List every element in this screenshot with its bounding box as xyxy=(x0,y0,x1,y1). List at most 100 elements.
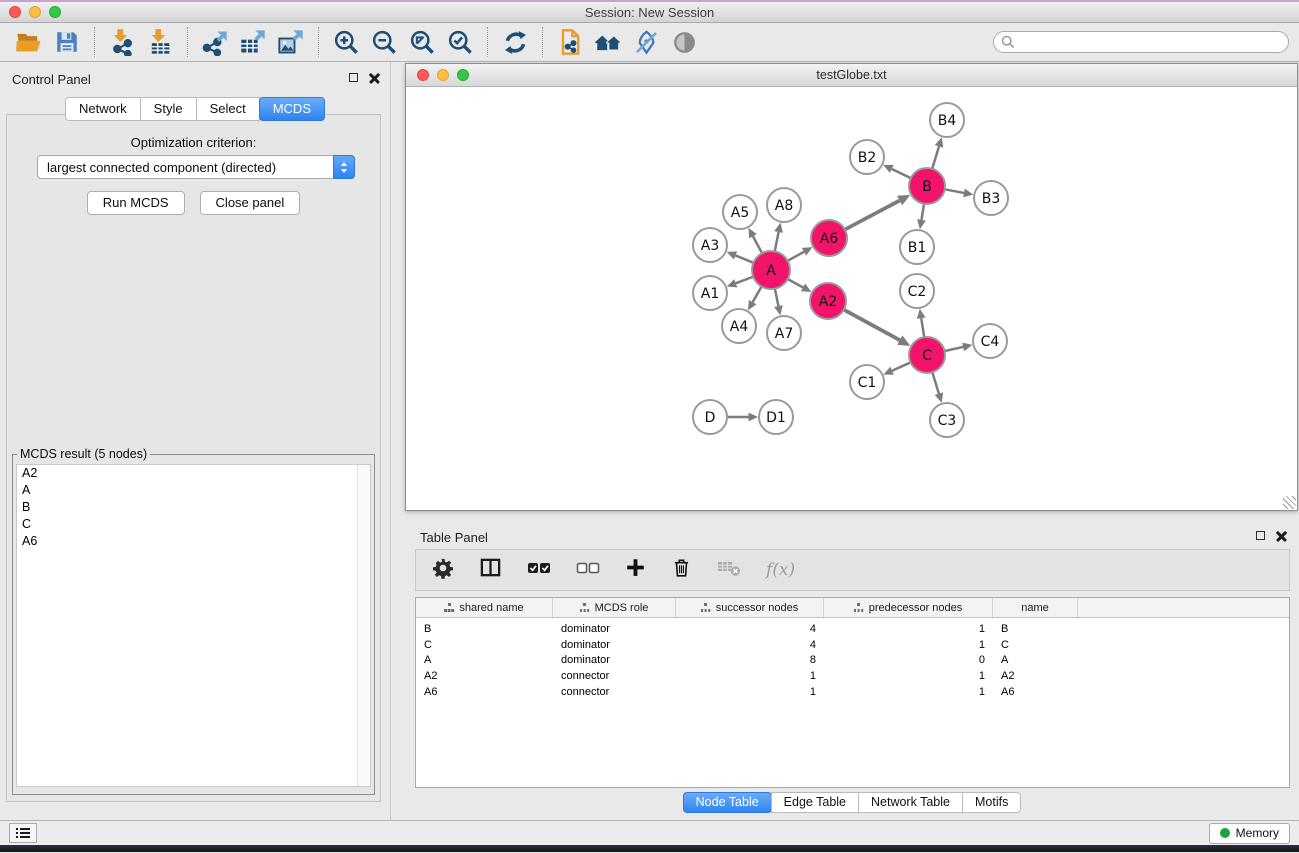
zoom-in-icon[interactable] xyxy=(327,25,365,59)
float-table-panel-icon[interactable] xyxy=(1256,531,1265,540)
network-node-B4[interactable]: B4 xyxy=(930,103,964,137)
network-edge[interactable] xyxy=(786,278,811,292)
table-row[interactable]: Bdominator41B xyxy=(416,621,1289,637)
network-edge[interactable] xyxy=(727,276,755,287)
table-row[interactable]: Cdominator41C xyxy=(416,637,1289,653)
export-image-icon[interactable] xyxy=(272,25,310,59)
eye-icon[interactable] xyxy=(665,25,703,59)
network-node-C2[interactable]: C2 xyxy=(900,274,934,308)
network-node-A2[interactable]: A2 xyxy=(810,283,846,319)
network-node-B1[interactable]: B1 xyxy=(900,230,934,264)
settings-gear-icon[interactable] xyxy=(432,557,454,584)
network-node-A4[interactable]: A4 xyxy=(722,309,756,343)
network-edge[interactable] xyxy=(843,195,910,231)
network-window-titlebar[interactable]: testGlobe.txt xyxy=(406,64,1297,87)
network-canvas[interactable]: B4 B2 B B3 A8 A5 A6 B1 A3 A C2 A1 A2 A4 A7 C4 C C1 D D1 C3 xyxy=(406,88,1297,510)
resize-grip-icon[interactable] xyxy=(1283,496,1296,509)
network-edge[interactable] xyxy=(883,165,912,179)
mcds-result-item[interactable]: A6 xyxy=(17,533,370,550)
network-node-A[interactable]: A xyxy=(752,251,790,289)
network-node-A1[interactable]: A1 xyxy=(693,276,727,310)
network-edge[interactable] xyxy=(774,223,783,254)
optimization-criterion-select[interactable]: largest connected component (directed) xyxy=(37,155,355,179)
column-layout-icon[interactable] xyxy=(479,556,502,584)
tab-edge-table[interactable]: Edge Table xyxy=(771,792,859,813)
memory-button[interactable]: Memory xyxy=(1209,823,1290,844)
network-edge[interactable] xyxy=(842,309,910,346)
export-network-icon[interactable] xyxy=(196,25,234,59)
network-edge[interactable] xyxy=(932,370,943,403)
tab-mcds[interactable]: MCDS xyxy=(259,97,325,121)
tab-network[interactable]: Network xyxy=(65,97,141,121)
network-node-B2[interactable]: B2 xyxy=(850,140,884,174)
open-session-icon[interactable] xyxy=(10,25,48,59)
refresh-layout-icon[interactable] xyxy=(496,25,534,59)
network-edge[interactable] xyxy=(786,247,812,262)
column-header[interactable]: name xyxy=(993,598,1078,617)
network-edge[interactable] xyxy=(748,285,763,311)
mcds-result-item[interactable]: C xyxy=(17,516,370,533)
tab-network-table[interactable]: Network Table xyxy=(858,792,963,813)
pen-icon[interactable] xyxy=(627,25,665,59)
tab-node-table[interactable]: Node Table xyxy=(683,792,772,813)
table-row[interactable]: Adominator80A xyxy=(416,653,1289,669)
network-edge[interactable] xyxy=(917,202,926,229)
network-file-icon[interactable] xyxy=(551,25,589,59)
network-node-D1[interactable]: D1 xyxy=(759,400,793,434)
tab-select[interactable]: Select xyxy=(196,97,260,121)
run-mcds-button[interactable]: Run MCDS xyxy=(87,191,185,215)
tab-motifs[interactable]: Motifs xyxy=(962,792,1021,813)
close-network-window-button[interactable] xyxy=(417,69,429,81)
network-edge[interactable] xyxy=(774,287,783,316)
network-node-A8[interactable]: A8 xyxy=(767,188,801,222)
network-edge[interactable] xyxy=(943,343,973,352)
minimize-network-window-button[interactable] xyxy=(437,69,449,81)
minimize-window-button[interactable] xyxy=(29,6,41,18)
network-edge[interactable] xyxy=(932,137,944,170)
network-node-C3[interactable]: C3 xyxy=(930,403,964,437)
network-edge[interactable] xyxy=(943,189,974,198)
zoom-out-icon[interactable] xyxy=(365,25,403,59)
export-table-icon[interactable] xyxy=(234,25,272,59)
network-node-A5[interactable]: A5 xyxy=(723,195,757,229)
zoom-window-button[interactable] xyxy=(49,6,61,18)
close-window-button[interactable] xyxy=(9,6,21,18)
column-header[interactable]: predecessor nodes xyxy=(824,598,993,617)
search-input[interactable] xyxy=(993,31,1289,53)
column-header[interactable]: MCDS role xyxy=(553,598,676,617)
network-edge[interactable] xyxy=(725,413,758,422)
mcds-result-item[interactable]: A xyxy=(17,482,370,499)
network-node-C[interactable]: C xyxy=(909,337,945,373)
network-edge[interactable] xyxy=(883,362,912,375)
network-node-D[interactable]: D xyxy=(693,400,727,434)
mcds-result-list[interactable]: A2ABCA6 xyxy=(16,464,371,787)
select-all-icon[interactable] xyxy=(527,559,551,582)
column-header[interactable]: successor nodes xyxy=(676,598,824,617)
float-panel-icon[interactable] xyxy=(349,73,358,82)
tab-style[interactable]: Style xyxy=(140,97,197,121)
network-node-B[interactable]: B xyxy=(909,168,945,204)
delete-columns-icon[interactable] xyxy=(671,557,692,583)
column-header[interactable]: shared name xyxy=(416,598,553,617)
close-panel-button[interactable]: Close panel xyxy=(200,191,301,215)
zoom-fit-icon[interactable] xyxy=(403,25,441,59)
network-node-A6[interactable]: A6 xyxy=(811,220,847,256)
close-table-panel-icon[interactable] xyxy=(1276,530,1287,541)
table-row[interactable]: A2connector11A2 xyxy=(416,668,1289,684)
table-row[interactable]: A6connector11A6 xyxy=(416,684,1289,700)
import-network-icon[interactable] xyxy=(103,25,141,59)
task-history-button[interactable] xyxy=(9,823,37,843)
network-node-A3[interactable]: A3 xyxy=(693,228,727,262)
network-node-C1[interactable]: C1 xyxy=(850,365,884,399)
zoom-selected-icon[interactable] xyxy=(441,25,479,59)
home-icon[interactable] xyxy=(589,25,627,59)
network-node-B3[interactable]: B3 xyxy=(974,181,1008,215)
import-table-icon[interactable] xyxy=(141,25,179,59)
network-node-A7[interactable]: A7 xyxy=(767,316,801,350)
network-edge[interactable] xyxy=(727,251,756,263)
add-column-icon[interactable] xyxy=(625,557,646,583)
network-node-C4[interactable]: C4 xyxy=(973,324,1007,358)
close-panel-icon[interactable] xyxy=(369,72,380,83)
mcds-result-item[interactable]: B xyxy=(17,499,370,516)
mcds-result-item[interactable]: A2 xyxy=(17,465,370,482)
